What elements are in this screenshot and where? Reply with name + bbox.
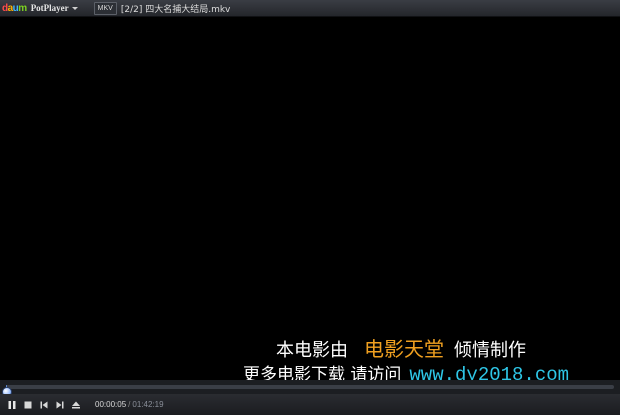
file-title: [2/2] 四大名捕大结局.mkv bbox=[120, 4, 231, 15]
stop-button[interactable] bbox=[21, 398, 35, 412]
current-time: 00:00:05 bbox=[95, 400, 127, 409]
eject-icon bbox=[72, 401, 80, 408]
subtitle-line-1-suffix: 倾情制作 bbox=[454, 340, 526, 361]
title-bar[interactable]: d a u m PotPlayer MKV [2/2] 四大名捕大结局.mkv bbox=[0, 0, 620, 17]
video-area[interactable]: 本电影由 电影天堂 倾情制作 更多电影下载 请访问 www.dy2018.com bbox=[0, 17, 620, 386]
app-name: PotPlayer bbox=[30, 3, 69, 13]
daum-logo[interactable]: d a u m bbox=[2, 2, 27, 14]
pause-icon bbox=[8, 400, 16, 409]
time-separator: / bbox=[128, 400, 131, 409]
previous-icon bbox=[40, 401, 48, 408]
previous-button[interactable] bbox=[37, 398, 51, 412]
pause-button[interactable] bbox=[5, 398, 19, 412]
stop-icon bbox=[24, 401, 32, 408]
time-display[interactable]: 00:00:05/01:42:19 bbox=[95, 400, 164, 409]
next-icon bbox=[56, 401, 64, 408]
format-badge: MKV bbox=[93, 1, 117, 15]
subtitle-line-1: 本电影由 电影天堂 倾情制作 bbox=[276, 338, 526, 362]
next-button[interactable] bbox=[53, 398, 67, 412]
app-menu-button[interactable]: PotPlayer bbox=[31, 3, 78, 13]
seek-bar[interactable] bbox=[0, 380, 620, 397]
control-bar: 00:00:05/01:42:19 bbox=[0, 394, 620, 415]
chevron-down-icon bbox=[71, 6, 78, 10]
potplayer-window: d a u m PotPlayer MKV [2/2] 四大名捕大结局.mkv … bbox=[0, 0, 620, 415]
seek-track[interactable] bbox=[2, 385, 614, 397]
subtitle-highlight: 电影天堂 bbox=[364, 337, 444, 361]
logo-letter-m: m bbox=[18, 2, 27, 14]
subtitle-line-1-prefix: 本电影由 bbox=[276, 340, 348, 361]
total-time: 01:42:19 bbox=[132, 400, 164, 409]
eject-button[interactable] bbox=[69, 398, 83, 412]
